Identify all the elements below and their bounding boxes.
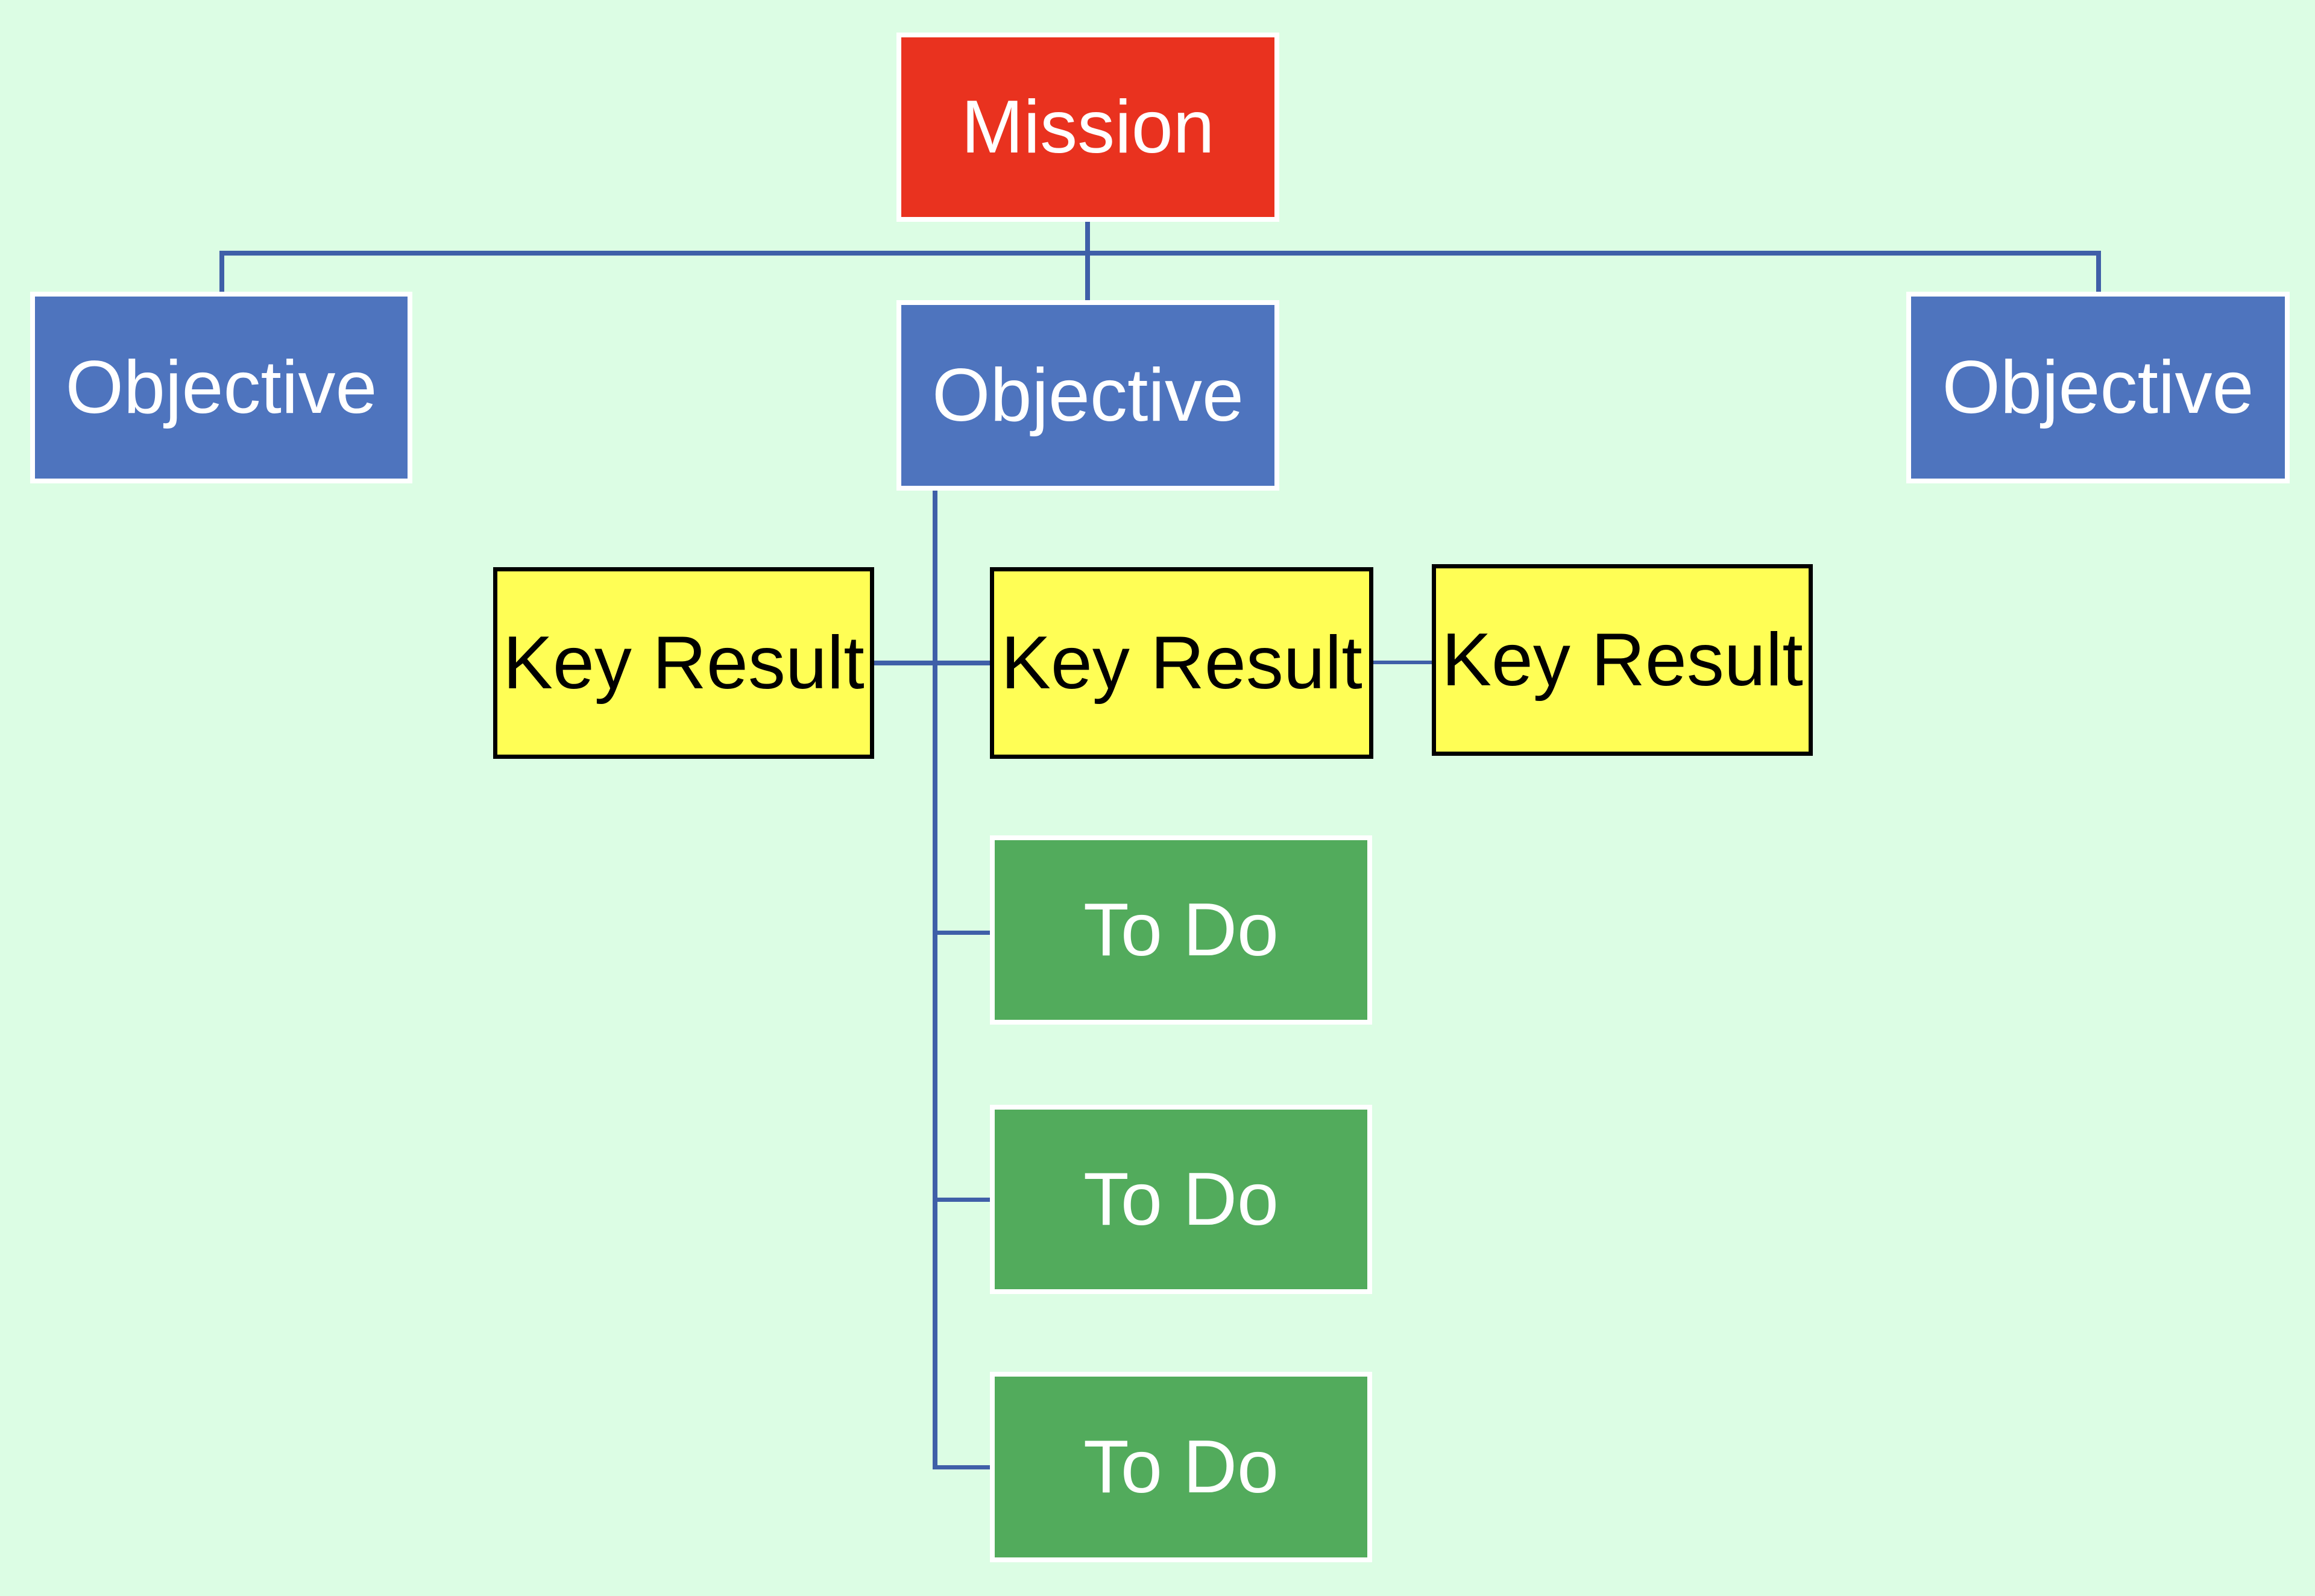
todo-node-3[interactable]: To Do	[990, 1372, 1372, 1562]
connector-todo-2	[933, 1198, 992, 1202]
objective-label: Objective	[932, 354, 1244, 437]
todo-node-2[interactable]: To Do	[990, 1105, 1372, 1294]
connector-objective-left-drop	[219, 251, 224, 294]
connector-todo-1	[933, 931, 992, 935]
objective-node-center[interactable]: Objective	[896, 300, 1279, 491]
key-result-node-3[interactable]: Key Result	[1432, 564, 1813, 756]
connector-objective-right-drop	[2096, 251, 2101, 294]
todo-label: To Do	[1083, 888, 1279, 972]
key-result-label: Key Result	[1001, 621, 1362, 705]
key-result-node-2[interactable]: Key Result	[990, 567, 1373, 759]
objective-node-right[interactable]: Objective	[1906, 292, 2290, 483]
mission-node[interactable]: Mission	[896, 33, 1279, 222]
todo-label: To Do	[1083, 1425, 1279, 1509]
connector-key-result-bar	[874, 661, 992, 665]
key-result-node-1[interactable]: Key Result	[493, 567, 874, 759]
todo-label: To Do	[1083, 1158, 1279, 1241]
objective-label: Objective	[65, 346, 377, 429]
mission-label: Mission	[961, 86, 1215, 169]
connector-objective-center-trunk	[933, 488, 937, 1469]
connector-objectives-bus	[219, 251, 2101, 256]
connector-key-result-right	[1373, 661, 1432, 664]
connector-mission-down	[1085, 219, 1090, 304]
key-result-label: Key Result	[1441, 618, 1803, 702]
objective-node-left[interactable]: Objective	[30, 292, 412, 483]
todo-node-1[interactable]: To Do	[990, 835, 1372, 1025]
key-result-label: Key Result	[503, 621, 865, 705]
connector-todo-3	[933, 1465, 992, 1469]
objective-label: Objective	[1942, 346, 2254, 429]
